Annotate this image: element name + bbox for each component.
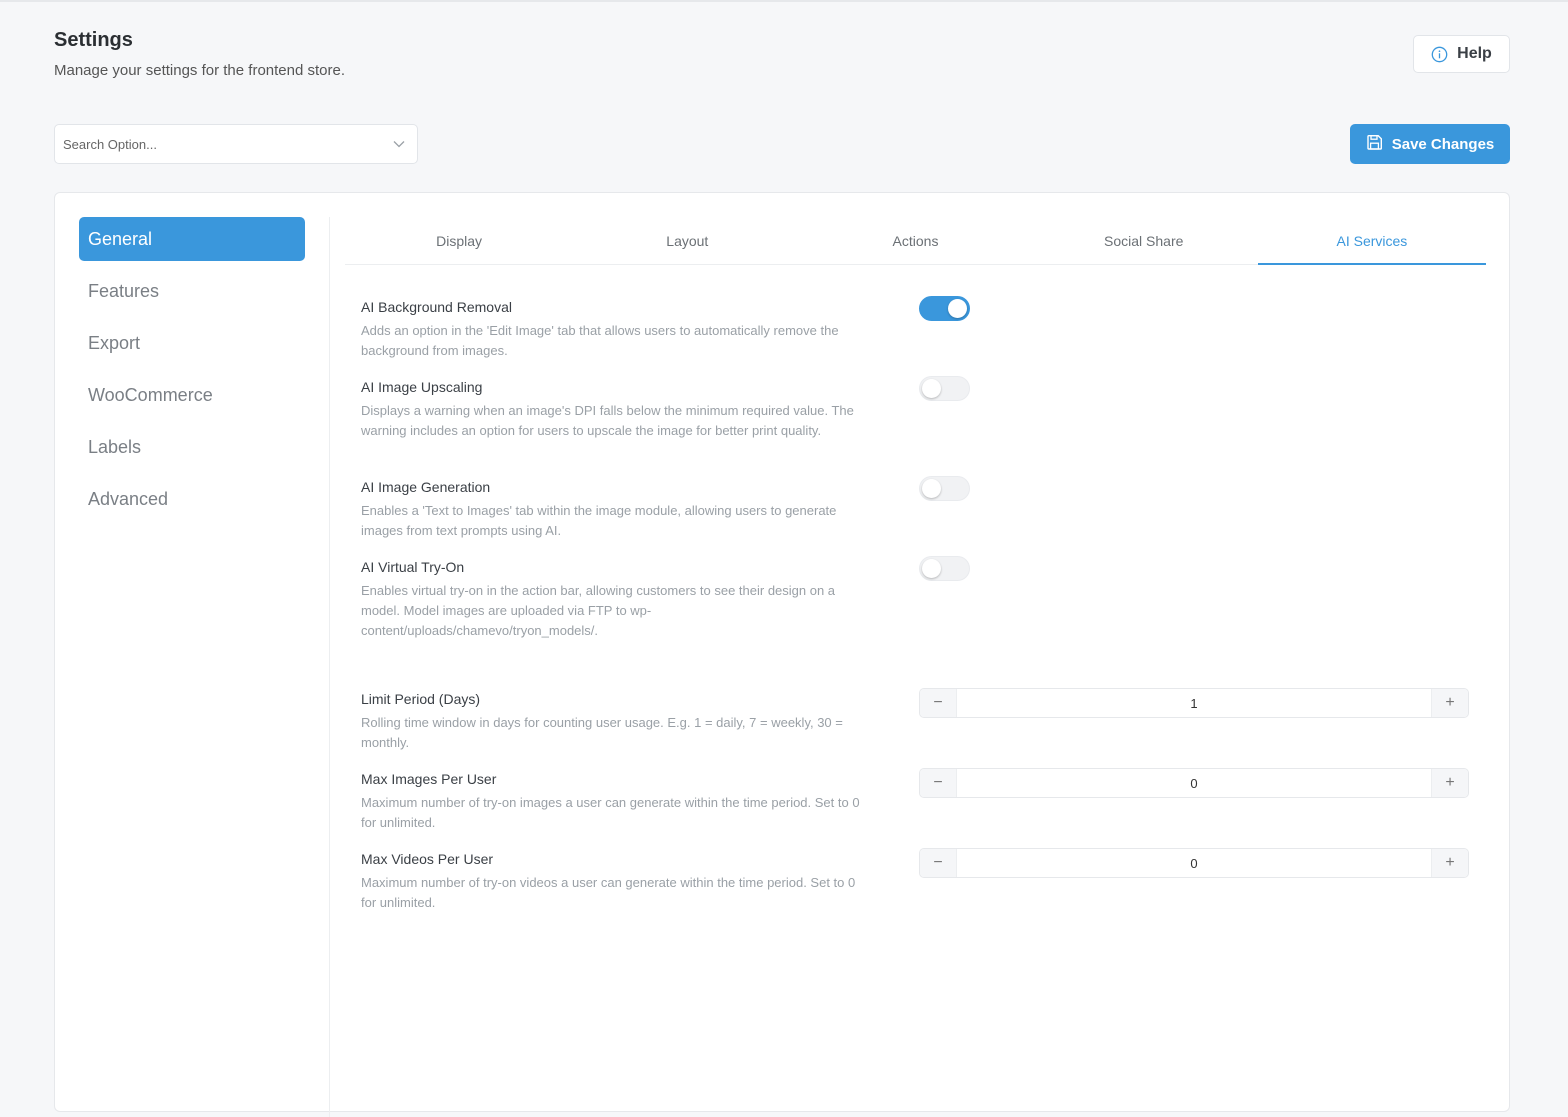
sidebar-divider <box>329 217 330 1117</box>
setting-description: Displays a warning when an image's DPI f… <box>361 403 854 438</box>
tab-layout[interactable]: Layout <box>573 217 801 264</box>
help-label: Help <box>1457 45 1492 62</box>
tab-ai-services[interactable]: AI Services <box>1257 217 1487 265</box>
sidebar-item-labels[interactable]: Labels <box>79 425 305 469</box>
increment-button[interactable]: + <box>1432 769 1468 797</box>
toggle-knob <box>922 559 941 578</box>
sidebar-item-general[interactable]: General <box>79 217 305 261</box>
setting-description: Maximum number of try-on images a user c… <box>361 795 860 830</box>
tab-social-share[interactable]: Social Share <box>1030 217 1258 264</box>
setting-upscaling: AI Image Upscaling Displays a warning wh… <box>361 378 861 441</box>
page-header: Settings Manage your settings for the fr… <box>54 28 345 81</box>
setting-label: AI Image Generation <box>361 479 491 495</box>
upscaling-toggle[interactable] <box>919 376 970 401</box>
sidebar-item-woocommerce[interactable]: WooCommerce <box>79 373 305 417</box>
settings-panel: General Features Export WooCommerce Labe… <box>54 192 1510 1117</box>
help-button[interactable]: Help <box>1413 35 1510 73</box>
floppy-disk-icon <box>1366 134 1383 155</box>
setting-description: Enables virtual try-on in the action bar… <box>361 583 836 638</box>
limit-period-input[interactable]: 1 <box>956 689 1432 717</box>
save-button[interactable]: Save Changes <box>1350 124 1510 164</box>
setting-label: Max Videos Per User <box>361 851 494 867</box>
toggle-knob <box>948 299 967 318</box>
max-videos-input[interactable]: 0 <box>956 849 1432 877</box>
setting-max-images: Max Images Per User Maximum number of tr… <box>361 770 861 833</box>
settings-sidebar: General Features Export WooCommerce Labe… <box>79 217 305 529</box>
tryon-toggle[interactable] <box>919 556 970 581</box>
settings-tabs: Display Layout Actions Social Share AI S… <box>345 217 1487 265</box>
setting-max-videos: Max Videos Per User Maximum number of tr… <box>361 850 861 913</box>
page-subtitle: Manage your settings for the frontend st… <box>54 62 345 79</box>
search-input[interactable] <box>63 136 393 152</box>
max-images-stepper: − 0 + <box>919 768 1469 798</box>
sidebar-item-advanced[interactable]: Advanced <box>79 477 305 521</box>
max-images-input[interactable]: 0 <box>956 769 1432 797</box>
decrement-button[interactable]: − <box>920 689 956 717</box>
toggle-knob <box>922 479 941 498</box>
generation-toggle[interactable] <box>919 476 970 501</box>
setting-limit-period: Limit Period (Days) Rolling time window … <box>361 690 861 753</box>
increment-button[interactable]: + <box>1432 689 1468 717</box>
setting-description: Rolling time window in days for counting… <box>361 715 843 750</box>
tab-display[interactable]: Display <box>345 217 573 264</box>
setting-tryon: AI Virtual Try-On Enables virtual try-on… <box>361 558 861 641</box>
save-label: Save Changes <box>1391 135 1495 153</box>
page-title: Settings <box>54 29 133 51</box>
setting-generation: AI Image Generation Enables a 'Text to I… <box>361 478 861 541</box>
setting-description: Maximum number of try-on videos a user c… <box>361 875 856 910</box>
limit-period-stepper: − 1 + <box>919 688 1469 718</box>
bg-removal-toggle[interactable] <box>919 296 970 321</box>
top-border <box>0 0 1568 2</box>
setting-label: Limit Period (Days) <box>361 691 481 707</box>
setting-description: Adds an option in the 'Edit Image' tab t… <box>361 323 839 358</box>
increment-button[interactable]: + <box>1432 849 1468 877</box>
setting-label: AI Image Upscaling <box>361 379 483 395</box>
chevron-down-icon[interactable] <box>393 135 405 153</box>
max-videos-stepper: − 0 + <box>919 848 1469 878</box>
setting-label: AI Virtual Try-On <box>361 559 465 575</box>
setting-label: AI Background Removal <box>361 299 512 315</box>
sidebar-item-export[interactable]: Export <box>79 321 305 365</box>
sidebar-item-features[interactable]: Features <box>79 269 305 313</box>
decrement-button[interactable]: − <box>920 769 956 797</box>
decrement-button[interactable]: − <box>920 849 956 877</box>
toggle-knob <box>922 379 941 398</box>
search-select[interactable] <box>54 124 418 164</box>
info-icon <box>1431 46 1448 63</box>
setting-description: Enables a 'Text to Images' tab within th… <box>361 503 837 538</box>
setting-label: Max Images Per User <box>361 771 497 787</box>
tab-actions[interactable]: Actions <box>801 217 1029 264</box>
setting-bg-removal: AI Background Removal Adds an option in … <box>361 298 861 361</box>
